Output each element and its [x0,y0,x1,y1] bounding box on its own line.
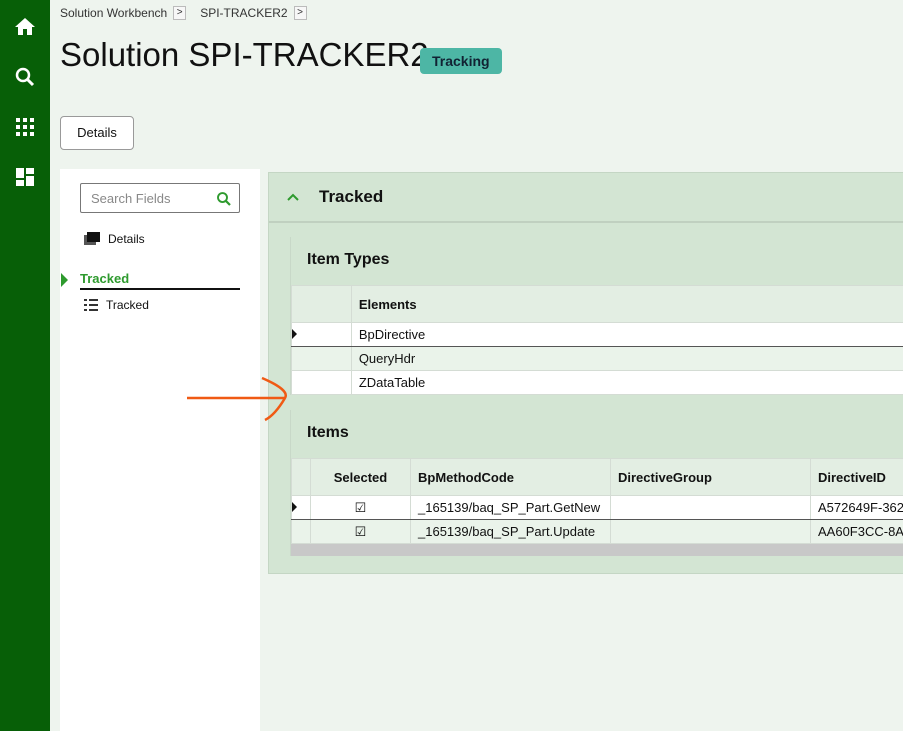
table-row[interactable]: ZDataTable [291,370,903,395]
row-indicator [291,346,352,371]
item-types-title: Item Types [307,251,390,268]
cell[interactable]: BpDirective [350,322,903,347]
nav-section-tracked[interactable]: Tracked [80,271,240,290]
item-types-card: Item Types Elements BpDirective QueryHdr… [290,237,903,395]
cell[interactable]: ZDataTable [350,370,903,395]
nav-label: Tracked [106,298,149,312]
tracked-panel: Tracked Item Types Elements BpDirective … [268,172,903,574]
field-navigator: Search Fields Details Tracked Tracked [60,169,260,731]
page-title: Solution SPI-TRACKER2 [60,36,429,73]
app-rail [0,0,50,731]
cell[interactable]: QueryHdr [350,346,903,371]
column-header[interactable]: DirectiveGroup [610,458,811,496]
column-header[interactable]: Selected [310,458,411,496]
apps-grid-icon[interactable] [13,115,37,139]
row-pointer-icon [291,495,311,520]
column-header[interactable]: DirectiveID [810,458,903,496]
breadcrumb-solution-workbench[interactable]: Solution Workbench [60,6,167,20]
cards-icon [84,232,100,245]
row-indicator-header [291,458,311,496]
cell[interactable]: AA60F3CC-8AF [810,519,903,544]
items-title: Items [307,424,349,441]
search-placeholder: Search Fields [91,191,171,206]
search-fields-input[interactable]: Search Fields [80,183,240,213]
selected-checkbox[interactable]: ☑ [310,495,411,520]
column-header[interactable]: BpMethodCode [410,458,611,496]
table-row[interactable]: ☑ _165139/baq_SP_Part.GetNew A572649F-3626 [291,495,903,520]
row-indicator [291,370,352,395]
list-icon [84,299,98,311]
annotation-arrow-icon [187,376,287,422]
caret-right-icon [61,273,68,287]
breadcrumb-solution[interactable]: SPI-TRACKER2 [200,6,287,20]
search-icon[interactable] [13,65,37,89]
chevron-right-icon[interactable]: > [293,6,307,20]
table-row[interactable]: ☑ _165139/baq_SP_Part.Update AA60F3CC-8AF [291,519,903,544]
row-pointer-icon [291,322,352,347]
details-button[interactable]: Details [60,116,134,150]
items-card: Items Selected BpMethodCode DirectiveGroup… [290,410,903,556]
status-badge: Tracking [420,48,502,74]
row-indicator-header [291,285,352,323]
search-icon[interactable] [215,190,233,208]
nav-label: Details [108,232,145,246]
table-row[interactable]: QueryHdr [291,346,903,371]
panel-title: Tracked [319,187,384,206]
column-header[interactable]: Elements [350,285,903,323]
cell[interactable] [610,519,811,544]
selected-checkbox[interactable]: ☑ [310,519,411,544]
home-icon[interactable] [13,15,37,39]
breadcrumb: Solution Workbench > SPI-TRACKER2 > [60,6,315,20]
row-indicator [291,519,311,544]
items-grid: Selected BpMethodCode DirectiveGroup Direct… [291,458,903,544]
nav-item-details[interactable]: Details [84,232,145,246]
cell[interactable] [610,495,811,520]
chevron-up-icon[interactable] [287,193,299,201]
item-types-grid: Elements BpDirective QueryHdr ZDataTable [291,285,903,395]
table-row[interactable]: BpDirective [291,322,903,347]
cell[interactable]: _165139/baq_SP_Part.GetNew [410,495,611,520]
chevron-right-icon[interactable]: > [173,6,187,20]
cell[interactable]: _165139/baq_SP_Part.Update [410,519,611,544]
cell[interactable]: A572649F-3626 [810,495,903,520]
panel-header[interactable]: Tracked [269,173,903,223]
horizontal-scrollbar[interactable] [291,544,903,556]
dashboard-icon[interactable] [13,165,37,189]
nav-item-tracked[interactable]: Tracked [84,298,149,312]
